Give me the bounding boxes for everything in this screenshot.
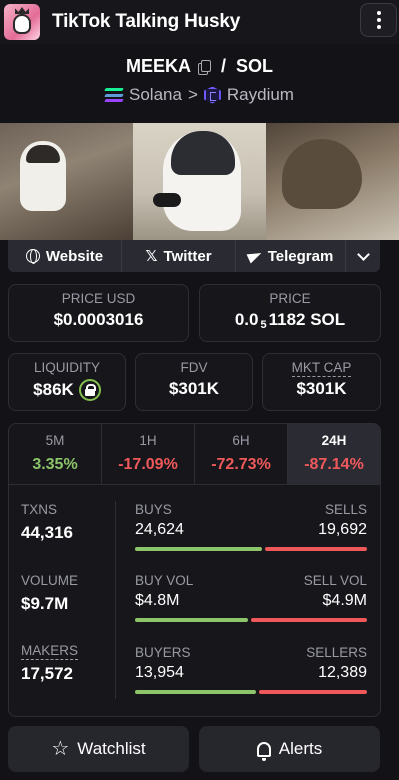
liquidity-value: $86K bbox=[33, 380, 74, 399]
fdv-box: FDV $301K bbox=[135, 353, 253, 411]
buy-sell-ratio-bar bbox=[135, 547, 367, 551]
husky-photo bbox=[266, 123, 399, 240]
fdv-label: FDV bbox=[180, 360, 208, 375]
pair-separator: / bbox=[220, 56, 226, 76]
raydium-icon bbox=[203, 86, 221, 104]
fdv-value: $301K bbox=[168, 379, 220, 398]
buyers-value: 13,954 bbox=[135, 664, 184, 681]
market-cap-box: MKT CAP $301K bbox=[262, 353, 381, 411]
chain-name[interactable]: Solana bbox=[129, 85, 182, 105]
token-banner-image bbox=[0, 123, 399, 240]
buys-sells-stat: BUYS SELLS 24,624 19,692 bbox=[135, 502, 367, 551]
dot-icon bbox=[376, 25, 381, 29]
tab-5m[interactable]: 5M 3.35% bbox=[9, 424, 102, 484]
telegram-icon bbox=[246, 248, 264, 264]
sell-volume-value: $4.9M bbox=[322, 592, 367, 609]
buyers-ratio-bar bbox=[135, 690, 367, 694]
volume-ratio-bar bbox=[135, 618, 367, 622]
dot-icon bbox=[376, 11, 381, 15]
pair-info: MEEKA / SOL Solana > Raydium bbox=[0, 56, 399, 105]
watchlist-label: Watchlist bbox=[77, 739, 146, 758]
sellers-value: 12,389 bbox=[318, 664, 367, 681]
breadcrumb-arrow: > bbox=[187, 85, 198, 104]
price-usd-label: PRICE USD bbox=[61, 291, 136, 306]
transaction-stats: TXNS 44,316 VOLUME $9.7M MAKERS 17,572 B… bbox=[8, 485, 381, 717]
price-sol-box: PRICE 0.0 5 1182 SOL bbox=[199, 284, 381, 342]
bell-icon bbox=[256, 741, 271, 761]
dot-icon bbox=[376, 18, 381, 22]
solana-icon bbox=[104, 88, 124, 102]
x-logo-icon: 𝕏 bbox=[145, 248, 158, 265]
txns-stat: TXNS 44,316 bbox=[21, 502, 73, 542]
alerts-button[interactable]: Alerts bbox=[199, 726, 380, 772]
twitter-label: Twitter bbox=[163, 247, 212, 265]
husky-photo bbox=[0, 123, 133, 240]
tab-6h[interactable]: 6H -72.73% bbox=[195, 424, 288, 484]
divider bbox=[115, 501, 116, 699]
more-menu-button[interactable] bbox=[360, 3, 397, 37]
sells-value: 19,692 bbox=[318, 521, 367, 538]
volume-split-stat: BUY VOL SELL VOL $4.8M $4.9M bbox=[135, 573, 367, 622]
base-token-symbol: MEEKA bbox=[125, 56, 191, 76]
telegram-label: Telegram bbox=[267, 247, 334, 265]
price-usd-box: PRICE USD $0.0003016 bbox=[8, 284, 189, 342]
token-avatar bbox=[4, 4, 40, 40]
chevron-down-icon bbox=[356, 247, 370, 261]
price-usd-value: $0.0003016 bbox=[53, 310, 144, 329]
copy-icon[interactable] bbox=[197, 59, 211, 75]
liquidity-box: LIQUIDITY $86K bbox=[8, 353, 126, 411]
buys-value: 24,624 bbox=[135, 521, 184, 538]
watchlist-button[interactable]: ☆ Watchlist bbox=[8, 726, 189, 772]
timeframe-tabs: 5M 3.35% 1H -17.09% 6H -72.73% 24H -87.1… bbox=[8, 423, 381, 485]
buyers-sellers-stat: BUYERS SELLERS 13,954 12,389 bbox=[135, 645, 367, 694]
husky-face-icon bbox=[13, 14, 31, 34]
market-cap-value: $301K bbox=[296, 379, 347, 398]
volume-stat: VOLUME $9.7M bbox=[21, 573, 79, 613]
tab-24h[interactable]: 24H -87.14% bbox=[288, 424, 380, 484]
website-label: Website bbox=[45, 247, 104, 265]
social-links: Website 𝕏 Twitter Telegram bbox=[8, 240, 380, 272]
buy-volume-value: $4.8M bbox=[135, 592, 180, 609]
market-cap-label: MKT CAP bbox=[291, 360, 352, 377]
husky-photo bbox=[133, 123, 266, 240]
lock-icon[interactable] bbox=[78, 379, 101, 401]
top-bar: TikTok Talking Husky bbox=[0, 0, 399, 44]
twitter-link[interactable]: 𝕏 Twitter bbox=[122, 240, 236, 272]
price-sol-value: 0.0 5 1182 SOL bbox=[234, 310, 346, 331]
crown-icon bbox=[15, 7, 29, 14]
website-link[interactable]: Website bbox=[8, 240, 122, 272]
telegram-link[interactable]: Telegram bbox=[236, 240, 346, 272]
liquidity-label: LIQUIDITY bbox=[33, 360, 100, 375]
quote-token-symbol: SOL bbox=[236, 56, 274, 76]
price-sol-label: PRICE bbox=[269, 291, 311, 306]
more-links-button[interactable] bbox=[346, 240, 380, 272]
globe-icon bbox=[25, 249, 40, 264]
makers-stat: MAKERS 17,572 bbox=[21, 643, 79, 683]
star-icon: ☆ bbox=[51, 738, 70, 760]
token-title: TikTok Talking Husky bbox=[52, 11, 241, 32]
tab-1h[interactable]: 1H -17.09% bbox=[102, 424, 195, 484]
dex-name[interactable]: Raydium bbox=[227, 85, 294, 105]
alerts-label: Alerts bbox=[278, 739, 323, 758]
